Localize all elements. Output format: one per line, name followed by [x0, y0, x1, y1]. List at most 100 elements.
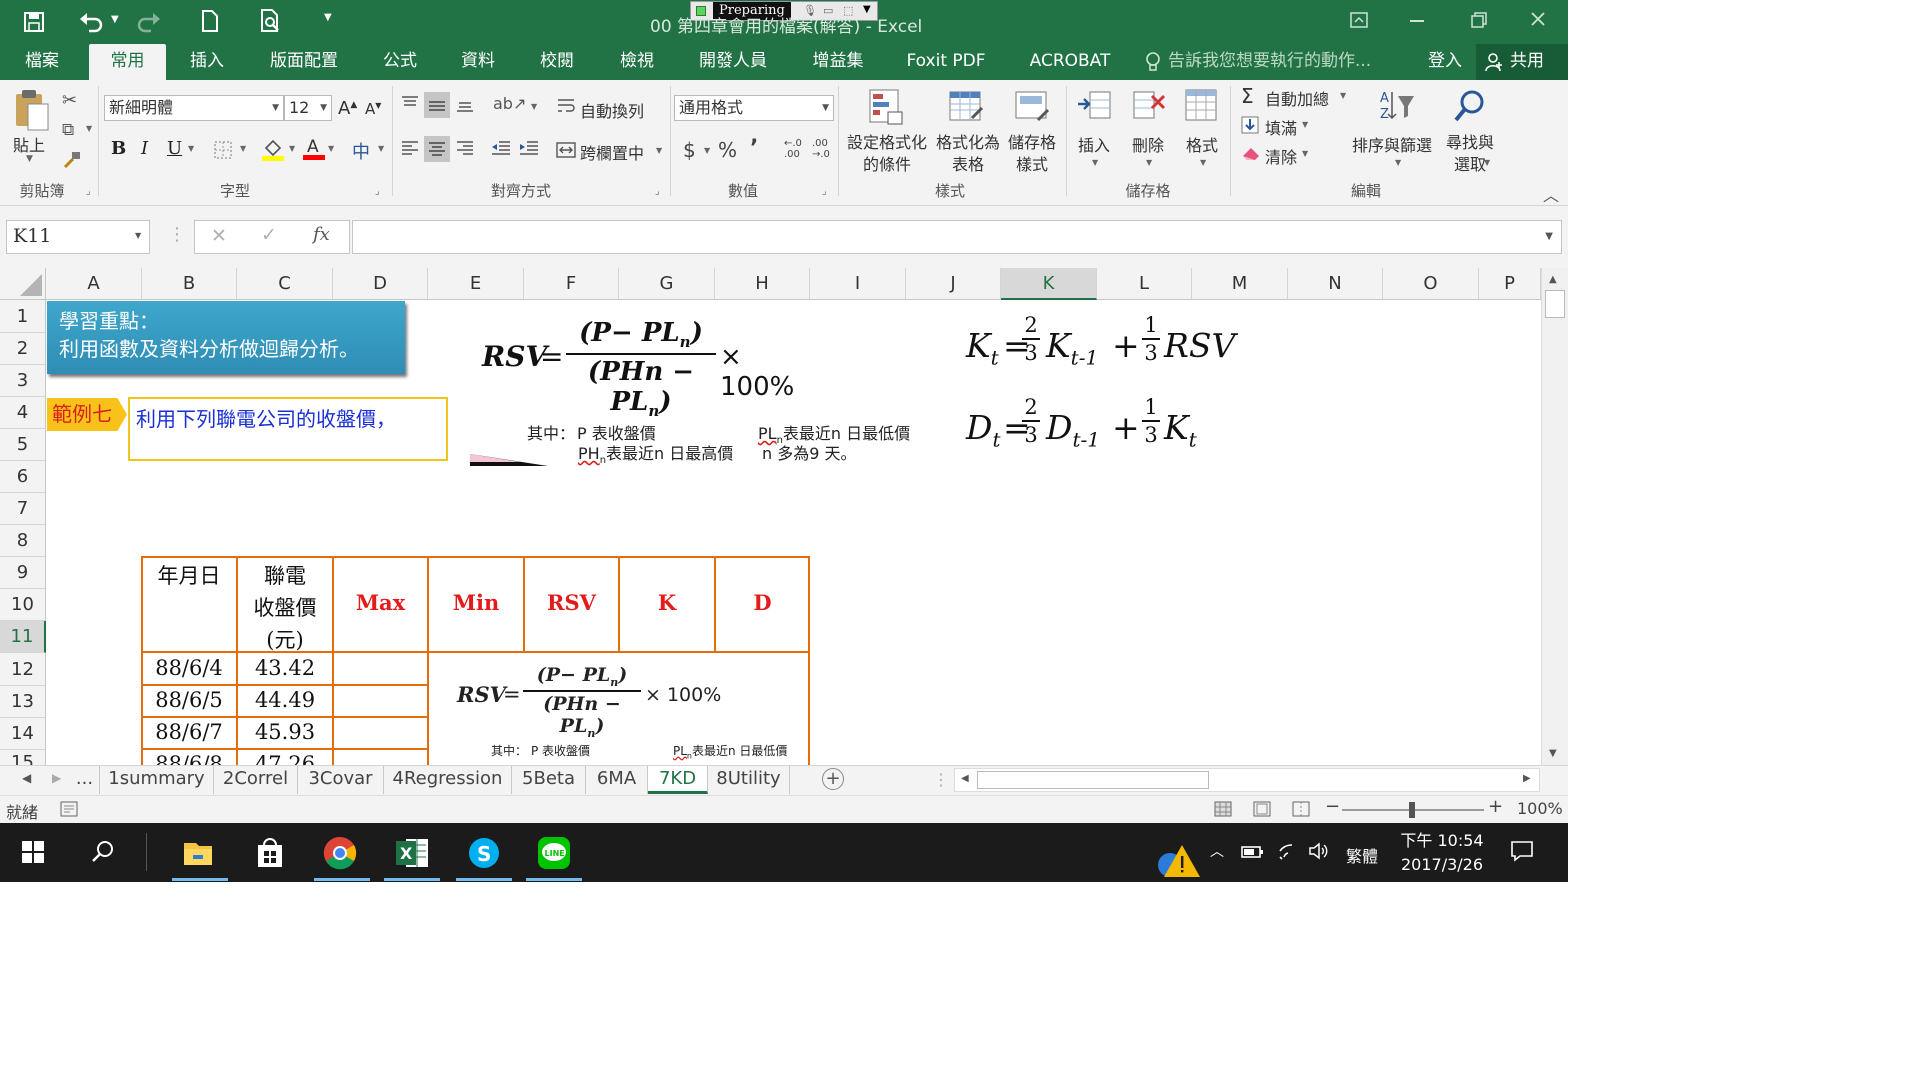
- orientation-dropdown-icon[interactable]: ▼: [531, 102, 537, 111]
- sort-filter-button[interactable]: 排序與篩選: [1352, 132, 1432, 156]
- tab-formulas[interactable]: 公式: [375, 44, 425, 80]
- table-row-2-close[interactable]: 44.49: [237, 688, 333, 712]
- paste-dropdown-icon[interactable]: ▼: [26, 154, 33, 164]
- fill-button[interactable]: 填滿: [1265, 115, 1297, 139]
- store-icon[interactable]: [248, 831, 292, 875]
- alignment-launcher-icon[interactable]: ⌟: [655, 186, 660, 197]
- column-header[interactable]: D: [333, 268, 428, 300]
- find-icon[interactable]: [1452, 88, 1488, 128]
- font-name-select[interactable]: 新細明體 ▼: [104, 95, 284, 121]
- sign-in-link[interactable]: 登入: [1422, 44, 1468, 80]
- header-max[interactable]: Max: [333, 590, 428, 615]
- skype-icon[interactable]: S: [462, 831, 506, 875]
- paste-icon[interactable]: [12, 88, 52, 136]
- table-row-3-date[interactable]: 88/6/7: [141, 720, 237, 744]
- shrink-font-icon[interactable]: A▼: [365, 100, 381, 118]
- merge-center-icon[interactable]: [556, 140, 576, 164]
- cell-styles-icon[interactable]: [1014, 88, 1050, 130]
- row-header[interactable]: 14: [0, 718, 46, 750]
- scroll-left-icon[interactable]: ◀: [961, 773, 969, 784]
- sheet-tab[interactable]: 2Correl: [214, 766, 298, 794]
- merge-center-button[interactable]: 跨欄置中: [580, 140, 644, 164]
- tab-review[interactable]: 校閱: [531, 44, 583, 80]
- comma-button[interactable]: ’: [750, 136, 758, 161]
- embedded-formula-image[interactable]: RSV = (P− PLn) (PHn − PLn) × 100% 其中： P …: [451, 656, 807, 765]
- cut-icon[interactable]: ✂: [62, 90, 77, 111]
- find-select-button[interactable]: 尋找與選取: [1442, 132, 1498, 176]
- zoom-out-icon[interactable]: −: [1325, 796, 1340, 817]
- percent-button[interactable]: %: [718, 138, 737, 162]
- column-header[interactable]: H: [715, 268, 810, 300]
- ime-indicator[interactable]: 繁體: [1346, 843, 1378, 867]
- sheet-tab[interactable]: 4Regression: [384, 766, 512, 794]
- row-header[interactable]: 6: [0, 461, 46, 493]
- wifi-icon[interactable]: [1278, 841, 1300, 865]
- tell-me-box[interactable]: 告訴我您想要執行的動作...: [1168, 44, 1374, 80]
- column-header[interactable]: P: [1479, 268, 1541, 300]
- format-dropdown-icon[interactable]: ▼: [1200, 158, 1206, 167]
- page-break-view-icon[interactable]: [1292, 801, 1310, 821]
- more-sheets-ellipsis[interactable]: ...: [70, 766, 100, 794]
- number-format-select[interactable]: 通用格式 ▼: [674, 95, 834, 121]
- autosum-icon[interactable]: Σ: [1241, 84, 1254, 108]
- tab-developer[interactable]: 開發人員: [690, 44, 776, 80]
- column-header[interactable]: C: [237, 268, 333, 300]
- row-header[interactable]: 10: [0, 589, 46, 621]
- onedrive-warning-icon[interactable]: [1156, 843, 1202, 882]
- column-header[interactable]: M: [1192, 268, 1288, 300]
- increase-decimal-icon[interactable]: ←.0.00: [784, 138, 802, 160]
- clear-dropdown-icon[interactable]: ▼: [1302, 149, 1308, 158]
- expand-formula-icon[interactable]: ▼: [1545, 231, 1553, 242]
- eraser-icon[interactable]: [1241, 144, 1261, 166]
- print-preview-icon[interactable]: [259, 8, 283, 38]
- next-sheet-icon[interactable]: ▶: [52, 771, 61, 785]
- increase-indent-icon[interactable]: [518, 138, 540, 162]
- insert-cells-button[interactable]: 插入: [1078, 132, 1110, 156]
- wrap-text-icon[interactable]: [556, 96, 576, 120]
- align-top-icon[interactable]: [400, 94, 420, 118]
- undo-dropdown-icon[interactable]: ▼: [111, 14, 119, 25]
- format-as-table-icon[interactable]: [948, 88, 984, 130]
- copy-dropdown-icon[interactable]: ▼: [86, 124, 92, 133]
- line-icon[interactable]: LINE: [532, 831, 576, 875]
- select-all-corner[interactable]: [0, 268, 46, 300]
- clear-button[interactable]: 清除: [1265, 144, 1297, 168]
- autosum-dropdown-icon[interactable]: ▼: [1340, 91, 1346, 100]
- zoom-level[interactable]: 100%: [1517, 799, 1563, 818]
- italic-button[interactable]: I: [141, 138, 148, 159]
- row-header[interactable]: 12: [0, 653, 46, 686]
- bold-button[interactable]: B: [111, 138, 126, 159]
- undo-icon[interactable]: [78, 9, 104, 37]
- cancel-formula-icon[interactable]: ✕: [211, 225, 227, 247]
- autosum-button[interactable]: 自動加總: [1265, 86, 1329, 110]
- align-bottom-icon[interactable]: [455, 94, 475, 118]
- row-header[interactable]: 7: [0, 493, 46, 525]
- normal-view-icon[interactable]: [1214, 801, 1232, 821]
- font-launcher-icon[interactable]: ⌟: [375, 186, 380, 197]
- ribbon-display-icon[interactable]: [1350, 12, 1368, 32]
- zoom-slider-thumb[interactable]: [1409, 802, 1415, 818]
- fill-color-dropdown-icon[interactable]: ▼: [289, 144, 295, 153]
- windows-start-icon[interactable]: [22, 841, 44, 867]
- underline-dropdown-icon[interactable]: ▼: [188, 144, 194, 153]
- row-header[interactable]: 5: [0, 429, 46, 461]
- tab-add-ins[interactable]: 增益集: [806, 44, 870, 80]
- tab-foxit-pdf[interactable]: Foxit PDF: [898, 44, 994, 80]
- format-cells-icon[interactable]: [1184, 88, 1220, 128]
- copy-icon[interactable]: ⧉: [62, 120, 74, 140]
- excel-icon[interactable]: X: [390, 831, 434, 875]
- insert-cells-icon[interactable]: [1076, 88, 1112, 126]
- find-dropdown-icon[interactable]: ▼: [1484, 158, 1490, 167]
- sheet-tab[interactable]: 5Beta: [512, 766, 586, 794]
- table-row-4-date[interactable]: 88/6/8: [141, 752, 237, 765]
- header-min[interactable]: Min: [428, 590, 524, 615]
- row-header[interactable]: 3: [0, 365, 46, 397]
- delete-cells-icon[interactable]: [1132, 88, 1168, 126]
- prev-sheet-icon[interactable]: ◀: [22, 771, 31, 785]
- horizontal-scrollbar[interactable]: ◀ ▶: [954, 768, 1540, 792]
- table-row-2-date[interactable]: 88/6/5: [141, 688, 237, 712]
- wrap-text-button[interactable]: 自動換列: [580, 98, 644, 122]
- sheet-tab[interactable]: 6MA: [586, 766, 648, 794]
- align-right-icon[interactable]: [455, 138, 475, 162]
- row-header[interactable]: 9: [0, 557, 46, 589]
